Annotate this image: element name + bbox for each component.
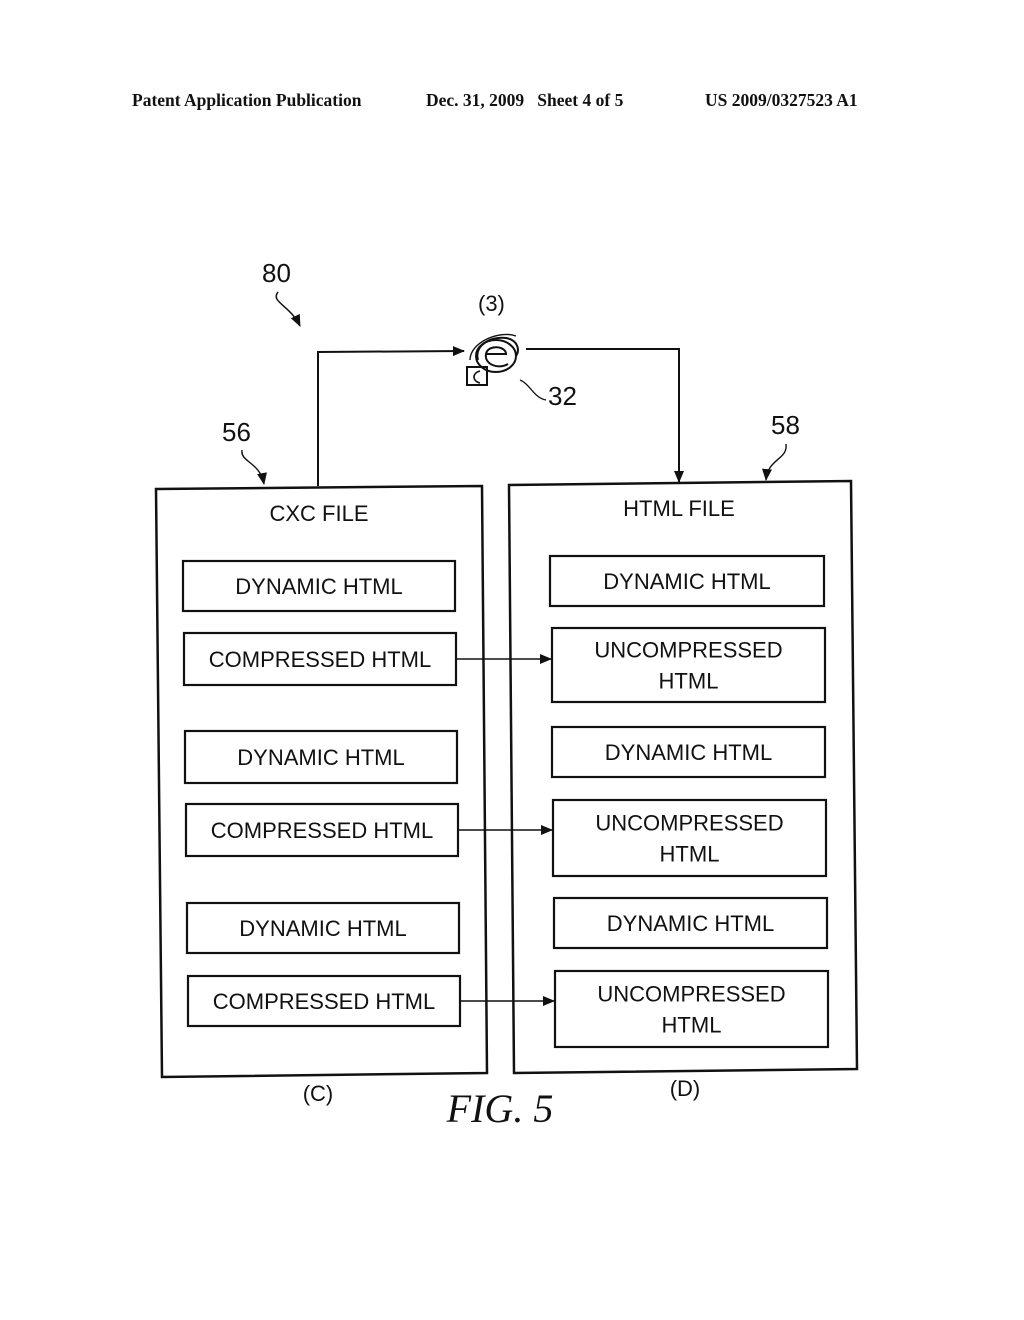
ref-56-label: 56 [222,417,251,447]
html-block-label: DYNAMIC HTML [607,911,774,936]
browser-step-label: (3) [478,291,505,316]
cxc-block-4: COMPRESSED HTML [184,802,460,858]
html-block-5: DYNAMIC HTML [552,896,829,950]
browser-to-html-arrow [526,348,684,483]
html-file-title: HTML FILE [623,496,735,521]
html-block-3: DYNAMIC HTML [550,725,827,779]
cxc-block-6: COMPRESSED HTML [186,974,462,1028]
left-caption: (C) [303,1081,334,1106]
html-block-4: UNCOMPRESSED HTML [551,798,828,878]
decompress-arrows [456,654,555,1006]
figure-5-diagram: 80 (3) 32 56 58 CXC FILE HTML FILE DYNAM… [154,258,859,1131]
ref-58-leader [762,443,787,481]
html-block-label: DYNAMIC HTML [605,740,772,765]
cxc-block-label: COMPRESSED HTML [209,647,431,672]
right-caption: (D) [670,1076,701,1101]
html-block-label: UNCOMPRESSED [595,811,783,836]
html-block-label: HTML [662,1013,722,1038]
html-block-label: HTML [660,842,720,867]
cxc-block-label: DYNAMIC HTML [239,916,406,941]
cxc-block-label: DYNAMIC HTML [237,745,404,770]
cxc-to-browser-arrow [317,346,465,486]
figure-caption: FIG. 5 [446,1086,554,1131]
html-block-label: DYNAMIC HTML [603,569,770,594]
html-block-label: HTML [659,669,719,694]
html-block-label: UNCOMPRESSED [597,982,785,1007]
ref-32-label: 32 [548,381,577,411]
html-block-6: UNCOMPRESSED HTML [553,969,830,1049]
cxc-block-2: COMPRESSED HTML [182,631,458,687]
ref-32-leader [519,379,547,401]
ref-58-label: 58 [771,410,800,440]
cxc-block-label: COMPRESSED HTML [211,818,433,843]
cxc-block-1: DYNAMIC HTML [181,559,457,613]
ref-56-leader [241,449,267,485]
html-block-2: UNCOMPRESSED HTML [550,626,827,704]
ref-80-leader [275,291,301,327]
cxc-block-3: DYNAMIC HTML [183,729,459,785]
cxc-file-title: CXC FILE [269,501,368,526]
html-block-1: DYNAMIC HTML [548,554,826,608]
html-file-blocks: DYNAMIC HTML UNCOMPRESSED HTML DYNAMIC HTML… [548,554,830,1049]
ref-80-label: 80 [262,258,291,288]
html-block-label: UNCOMPRESSED [594,638,782,663]
cxc-block-label: COMPRESSED HTML [213,989,435,1014]
cxc-block-label: DYNAMIC HTML [235,574,402,599]
cxc-file-blocks: DYNAMIC HTML COMPRESSED HTML DYNAMIC HTML C… [181,559,462,1028]
internet-explorer-icon [466,333,519,386]
cxc-block-5: DYNAMIC HTML [185,901,461,955]
